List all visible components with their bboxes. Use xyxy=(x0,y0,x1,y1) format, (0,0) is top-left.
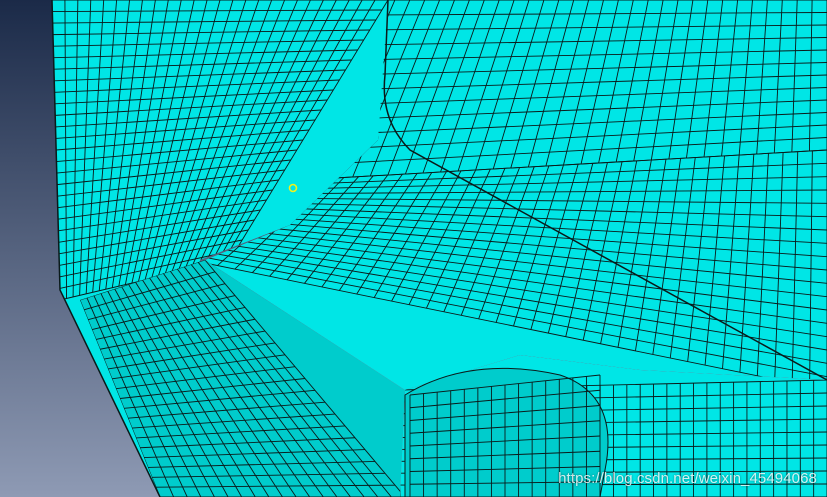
graphics-viewport[interactable]: https://blog.csdn.net/weixin_45494068 xyxy=(0,0,827,497)
mesh-model-view[interactable] xyxy=(0,0,827,497)
mesh-hole-cutout xyxy=(404,367,609,497)
